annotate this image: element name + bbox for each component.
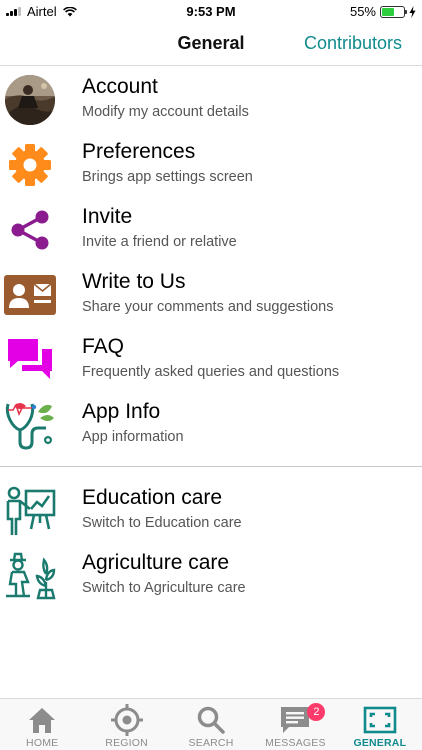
menu-item-write-to-us[interactable]: Write to Us Share your comments and sugg… [0,263,422,325]
tab-messages[interactable]: 2 MESSAGES [253,699,337,750]
write-to-us-subtitle: Share your comments and suggestions [82,299,334,315]
invite-subtitle: Invite a friend or relative [82,234,237,250]
farmer-icon [4,550,56,602]
charging-icon [409,5,416,18]
faq-subtitle: Frequently asked queries and questions [82,364,340,380]
app-info-title: App Info [82,400,161,423]
menu-item-account[interactable]: Account Modify my account details [0,68,422,130]
tab-bar: HOME REGION SEARCH 2 MESSAGES GENERAL [0,698,422,750]
tab-search[interactable]: SEARCH [169,699,253,750]
account-subtitle: Modify my account details [82,104,249,120]
section-divider [0,466,422,467]
tab-general-label: GENERAL [353,737,407,749]
stethoscope-icon [4,399,56,451]
status-bar: Airtel 9:53 PM 55% [0,0,422,22]
education-care-subtitle: Switch to Education care [82,515,242,531]
tab-region[interactable]: REGION [84,699,168,750]
write-to-us-title: Write to Us [82,270,186,293]
fullscreen-icon [363,703,397,737]
menu-item-faq[interactable]: FAQ Frequently asked queries and questio… [0,328,422,390]
status-right: 55% [350,4,416,19]
share-icon [4,204,56,256]
faq-title: FAQ [82,335,125,358]
contributors-button[interactable]: Contributors [304,33,402,54]
preferences-title: Preferences [82,140,196,163]
search-icon [196,703,226,737]
preferences-subtitle: Brings app settings screen [82,169,253,185]
agriculture-care-subtitle: Switch to Agriculture care [82,580,246,596]
tab-general[interactable]: GENERAL [338,699,422,750]
menu-item-app-info[interactable]: App Info App information [0,393,422,455]
account-avatar [4,74,56,126]
tab-home-label: HOME [26,737,59,749]
tab-search-label: SEARCH [188,737,234,749]
menu-item-education-care[interactable]: Education care Switch to Education care [0,479,422,541]
battery-icon [380,5,407,18]
gear-icon [4,139,56,191]
target-icon [110,703,144,737]
chat-bubbles-icon [4,334,56,386]
education-care-title: Education care [82,486,223,509]
menu-item-preferences[interactable]: Preferences Brings app settings screen [0,133,422,195]
menu-item-agriculture-care[interactable]: Agriculture care Switch to Agriculture c… [0,544,422,606]
battery-percent: 55% [349,4,376,19]
menu-item-invite[interactable]: Invite Invite a friend or relative [0,198,422,260]
tab-messages-label: MESSAGES [265,737,326,749]
home-icon [27,703,57,737]
invite-title: Invite [82,205,133,228]
account-title: Account [82,75,158,98]
messages-badge: 2 [307,703,326,721]
navigation-bar: General Contributors [0,22,422,66]
contact-card-icon [4,269,56,321]
agriculture-care-title: Agriculture care [82,551,230,574]
app-info-subtitle: App information [82,429,184,445]
tab-home[interactable]: HOME [0,699,84,750]
battery-fill [382,7,394,16]
teacher-icon [4,485,56,537]
tab-region-label: REGION [105,737,148,749]
